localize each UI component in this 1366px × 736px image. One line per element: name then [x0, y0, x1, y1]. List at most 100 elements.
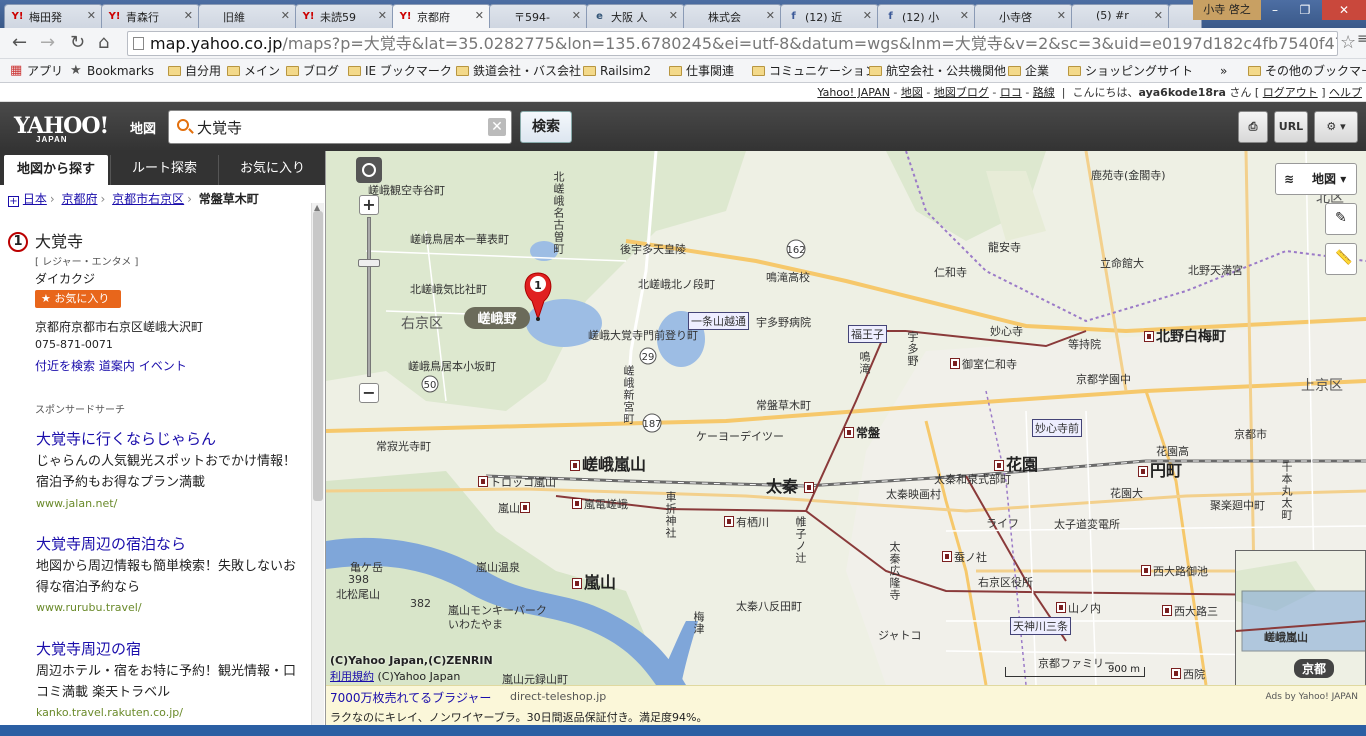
browser-tab[interactable]: (5) #r ✕ — [1071, 4, 1170, 28]
settings-button[interactable]: ⚙ ▾ — [1314, 111, 1358, 143]
bottom-ad-url[interactable]: direct-teleshop.jp — [510, 690, 606, 703]
add-favorite-button[interactable]: ★ お気に入り — [35, 290, 121, 308]
clear-search-button[interactable]: ✕ — [488, 118, 506, 136]
browser-tab[interactable]: 〒594- ✕ — [489, 4, 588, 28]
close-tab-icon[interactable]: ✕ — [960, 9, 969, 22]
rotate-tool-button[interactable]: ✎ — [1325, 203, 1357, 235]
other-bookmarks[interactable]: その他のブックマーク — [1248, 62, 1366, 80]
bookmark-item[interactable]: IE ブックマーク — [348, 62, 452, 80]
map-canvas[interactable]: 1 嵯峨野 29 162 50 187 右京区 北区 上京区 鹿苑寺(金閣寺) … — [326, 151, 1366, 685]
print-button[interactable]: ⎙ — [1238, 111, 1268, 143]
expand-icon[interactable]: + — [8, 196, 19, 207]
map-layer-button[interactable]: ≋ 地図 ▾ — [1275, 163, 1357, 195]
station-kitano-hakubaicho[interactable]: 北野白梅町 — [1144, 326, 1226, 346]
ad-title-3[interactable]: 大覚寺周辺の宿 — [36, 638, 141, 659]
ad-title-2[interactable]: 大覚寺周辺の宿泊なら — [36, 533, 186, 554]
ad-title-1[interactable]: 大覚寺に行くならじゃらん — [36, 428, 216, 449]
bookmark-item[interactable]: 鉄道会社・バス会社 — [456, 62, 581, 80]
station-omuro-ninnaji[interactable]: 御室仁和寺 — [950, 356, 1017, 372]
nearby-search-link[interactable]: 付近を検索 — [35, 359, 95, 373]
search-input[interactable] — [197, 116, 477, 138]
overview-minimap[interactable]: 嵯峨嵐山 京都 — [1235, 550, 1366, 686]
station-katabiranotsuji[interactable]: 帷子ノ辻 — [792, 516, 808, 564]
back-icon[interactable]: ← — [12, 33, 27, 53]
zoom-slider-track[interactable] — [367, 217, 371, 377]
measure-tool-button[interactable]: 📏 — [1325, 243, 1357, 275]
zoom-out-button[interactable]: − — [359, 383, 379, 403]
link-loco[interactable]: ロコ — [1000, 86, 1022, 99]
station-kurumazaki[interactable]: 車折神社 — [662, 491, 678, 539]
browser-tab[interactable]: Y! 青森行 ✕ — [101, 4, 200, 28]
browser-tab[interactable]: Y! 梅田発 ✕ — [4, 4, 103, 28]
browser-tab[interactable]: e 大阪 人 ✕ — [586, 4, 685, 28]
station-utano[interactable]: 宇多野 — [904, 331, 920, 367]
station-myoshinji-mae[interactable]: 妙心寺前 — [1032, 419, 1082, 437]
bottom-ad-title[interactable]: 7000万枚売れてるブラジャー — [330, 689, 491, 706]
ad-url-2[interactable]: www.rurubu.travel/ — [36, 601, 142, 614]
bookmarks-more[interactable]: » — [1220, 62, 1227, 80]
browser-tab[interactable]: f (12) 近 ✕ — [780, 4, 879, 28]
terms-link[interactable]: 利用規約 — [330, 670, 374, 683]
browser-tab[interactable]: 旧維 ✕ — [198, 4, 297, 28]
ad-url-3[interactable]: kanko.travel.rakuten.co.jp/ — [36, 706, 183, 719]
browser-tab[interactable]: 株式会 ✕ — [683, 4, 782, 28]
link-route[interactable]: 路線 — [1033, 86, 1055, 99]
help-link[interactable]: ヘルプ — [1329, 86, 1362, 99]
close-tab-icon[interactable]: ✕ — [1154, 9, 1163, 22]
station-arisugawa[interactable]: 有栖川 — [724, 514, 769, 530]
search-button[interactable]: 検索 — [520, 111, 572, 143]
station-torokko[interactable]: トロッコ嵐山 — [478, 474, 556, 490]
bookmark-item[interactable]: メイン — [227, 62, 280, 80]
bookmark-item[interactable]: ★ Bookmarks — [70, 62, 154, 80]
breadcrumb-japan[interactable]: 日本 — [23, 192, 47, 206]
bookmark-item[interactable]: 企業 — [1008, 62, 1049, 80]
station-emmachi[interactable]: 円町 — [1138, 457, 1182, 481]
tab-search-by-map[interactable]: 地図から探す — [4, 155, 108, 185]
station-saga-arashiyama[interactable]: 嵯峨嵐山 — [570, 451, 646, 475]
close-tab-icon[interactable]: ✕ — [378, 9, 387, 22]
link-map[interactable]: 地図 — [901, 86, 923, 99]
bookmark-item[interactable]: ショッピングサイト — [1068, 62, 1193, 80]
link-yahoo-japan[interactable]: Yahoo! JAPAN — [817, 86, 890, 99]
url-button[interactable]: URL — [1274, 111, 1308, 143]
minimize-button[interactable]: – — [1261, 0, 1289, 20]
yahoo-logo[interactable]: YAHOO! JAPAN — [14, 113, 109, 144]
panel-scrollbar[interactable]: ▲▼ — [311, 203, 324, 736]
link-map-blog[interactable]: 地図ブログ — [934, 86, 989, 99]
forward-icon[interactable]: → — [40, 33, 55, 53]
close-tab-icon[interactable]: ✕ — [281, 9, 290, 22]
station-narutaki[interactable]: 鳴滝 — [856, 351, 872, 375]
bookmark-item[interactable]: 自分用 — [168, 62, 221, 80]
browser-tab[interactable]: Y! 未読59 ✕ — [295, 4, 394, 28]
station-yamanouchi[interactable]: 山ノ内 — [1056, 600, 1101, 616]
close-tab-icon[interactable]: ✕ — [184, 9, 193, 22]
station-uzumasa-koryuji[interactable]: 太秦広隆寺 — [886, 541, 902, 601]
ad-url-1[interactable]: www.jalan.net/ — [36, 497, 117, 510]
tab-route[interactable]: ルート探索 — [110, 155, 218, 185]
maximize-button[interactable]: ❐ — [1291, 0, 1319, 20]
logout-link[interactable]: ログアウト — [1263, 86, 1318, 99]
bookmark-item[interactable]: ブログ — [286, 62, 339, 80]
bookmark-item[interactable]: ▦ アプリ — [10, 62, 63, 80]
zoom-in-button[interactable]: + — [359, 195, 379, 215]
close-tab-icon[interactable]: ✕ — [669, 9, 678, 22]
compass-icon[interactable] — [356, 157, 382, 183]
browser-tab[interactable]: 小寺啓 ✕ — [974, 4, 1073, 28]
close-tab-icon[interactable]: ✕ — [863, 9, 872, 22]
station-nishioji-oike[interactable]: 西大路御池 — [1141, 563, 1208, 579]
chrome-menu-icon[interactable]: ≡ — [1357, 31, 1366, 47]
close-tab-icon[interactable]: ✕ — [1057, 9, 1066, 22]
breadcrumb-ukyo[interactable]: 京都市右京区 — [112, 192, 184, 206]
browser-tab[interactable]: f (12) 小 ✕ — [877, 4, 976, 28]
tab-favorites[interactable]: お気に入り — [218, 155, 325, 185]
bookmark-star-icon[interactable]: ☆ — [1340, 32, 1356, 53]
close-tab-icon[interactable]: ✕ — [766, 9, 775, 22]
reload-icon[interactable]: ↻ — [70, 33, 85, 53]
zoom-slider-handle[interactable] — [358, 259, 380, 267]
result-title[interactable]: 大覚寺 — [35, 228, 83, 252]
station-randen-saga[interactable]: 嵐電嵯峨 — [572, 496, 628, 512]
bookmark-item[interactable]: Railsim2 — [583, 62, 651, 80]
browser-tab[interactable]: Y! 京都府 ✕ — [392, 4, 491, 28]
station-kaikonoyashiro[interactable]: 蚕ノ社 — [942, 549, 987, 565]
close-tab-icon[interactable]: ✕ — [475, 9, 484, 22]
